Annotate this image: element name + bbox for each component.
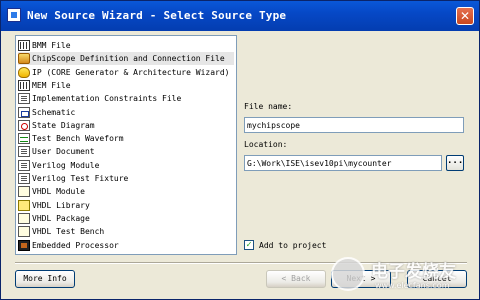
chipscope-icon [18,53,30,65]
document-icon [18,146,30,158]
source-type-label: ChipScope Definition and Connection File [32,54,225,64]
watermark-logo-icon [331,257,365,291]
window-title: New Source Wizard - Select Source Type [27,9,287,22]
wizard-app-icon [7,8,21,22]
vhdl-library-icon [18,199,30,211]
vhdl-testbench-icon [18,226,30,238]
source-type-item[interactable]: Verilog Module [18,159,234,172]
source-type-item[interactable]: IP (CORE Generator & Architecture Wizard… [18,66,234,79]
file-name-input[interactable]: mychipscope [244,117,464,133]
source-type-label: MEM File [32,80,71,90]
source-type-item[interactable]: State Diagram [18,119,234,132]
source-type-label: IP (CORE Generator & Architecture Wizard… [32,67,230,77]
location-label: Location: [244,140,288,149]
source-type-label: Implementation Constraints File [32,94,182,104]
location-input[interactable]: G:\Work\ISE\isev10pi\mycounter [244,155,442,171]
source-type-item[interactable]: ChipScope Definition and Connection File [18,52,234,66]
ip-core-icon [18,66,30,78]
state-diagram-icon [18,119,30,131]
new-source-wizard-window: New Source Wizard - Select Source Type ✕… [0,0,480,300]
add-to-project-checkbox[interactable]: ✓ [244,240,254,250]
more-info-button[interactable]: More Info [15,270,75,288]
bmm-file-icon [18,40,30,51]
schematic-icon [18,106,30,118]
source-type-item[interactable]: Schematic [18,106,234,119]
source-type-item[interactable]: User Document [18,145,234,158]
verilog-fixture-icon [18,173,30,184]
source-type-label: VHDL Test Bench [32,227,105,237]
source-type-label: State Diagram [32,120,95,130]
source-type-label: Schematic [32,107,76,117]
watermark-text: 电子发烧友 [371,262,456,282]
source-type-item[interactable]: VHDL Package [18,212,234,225]
source-type-item[interactable]: Implementation Constraints File [18,92,234,105]
title-bar[interactable]: New Source Wizard - Select Source Type ✕ [1,1,479,31]
source-type-item[interactable]: Embedded Processor [18,239,234,252]
source-type-label: Embedded Processor [32,240,119,250]
source-type-label: VHDL Library [32,200,90,210]
source-type-label: BMM File [32,41,71,50]
waveform-icon [18,133,30,145]
source-type-item[interactable]: VHDL Module [18,185,234,198]
verilog-module-icon [18,159,30,171]
close-button[interactable]: ✕ [456,7,474,25]
source-type-label: Verilog Module [32,160,100,170]
vhdl-module-icon [18,186,30,198]
source-type-label: VHDL Module [32,187,85,197]
source-type-label: VHDL Package [32,213,90,223]
source-type-item[interactable]: MEM File [18,79,234,92]
back-button[interactable]: < Back [266,270,326,288]
browse-button[interactable]: ... [446,155,464,171]
source-type-item[interactable]: Verilog Test Fixture [18,172,234,185]
mem-file-icon [18,79,30,91]
constraints-file-icon [18,93,30,105]
vhdl-package-icon [18,212,30,224]
source-type-item[interactable]: VHDL Library [18,199,234,212]
processor-icon [18,239,30,251]
source-type-item[interactable]: VHDL Test Bench [18,225,234,238]
source-type-item[interactable]: Test Bench Waveform [18,132,234,145]
source-type-label: User Document [32,147,95,157]
source-type-label: Verilog Test Fixture [32,174,129,183]
file-name-label: File name: [244,102,293,111]
add-to-project-label: Add to project [259,241,327,250]
watermark-url: www.elecfans.com [375,281,450,290]
source-type-list[interactable]: BMM File ChipScope Definition and Connect… [15,35,237,255]
elecfans-watermark: 电子发烧友 www.elecfans.com [331,253,471,297]
source-type-item[interactable]: BMM File [18,39,234,52]
source-type-label: Test Bench Waveform [32,134,124,144]
